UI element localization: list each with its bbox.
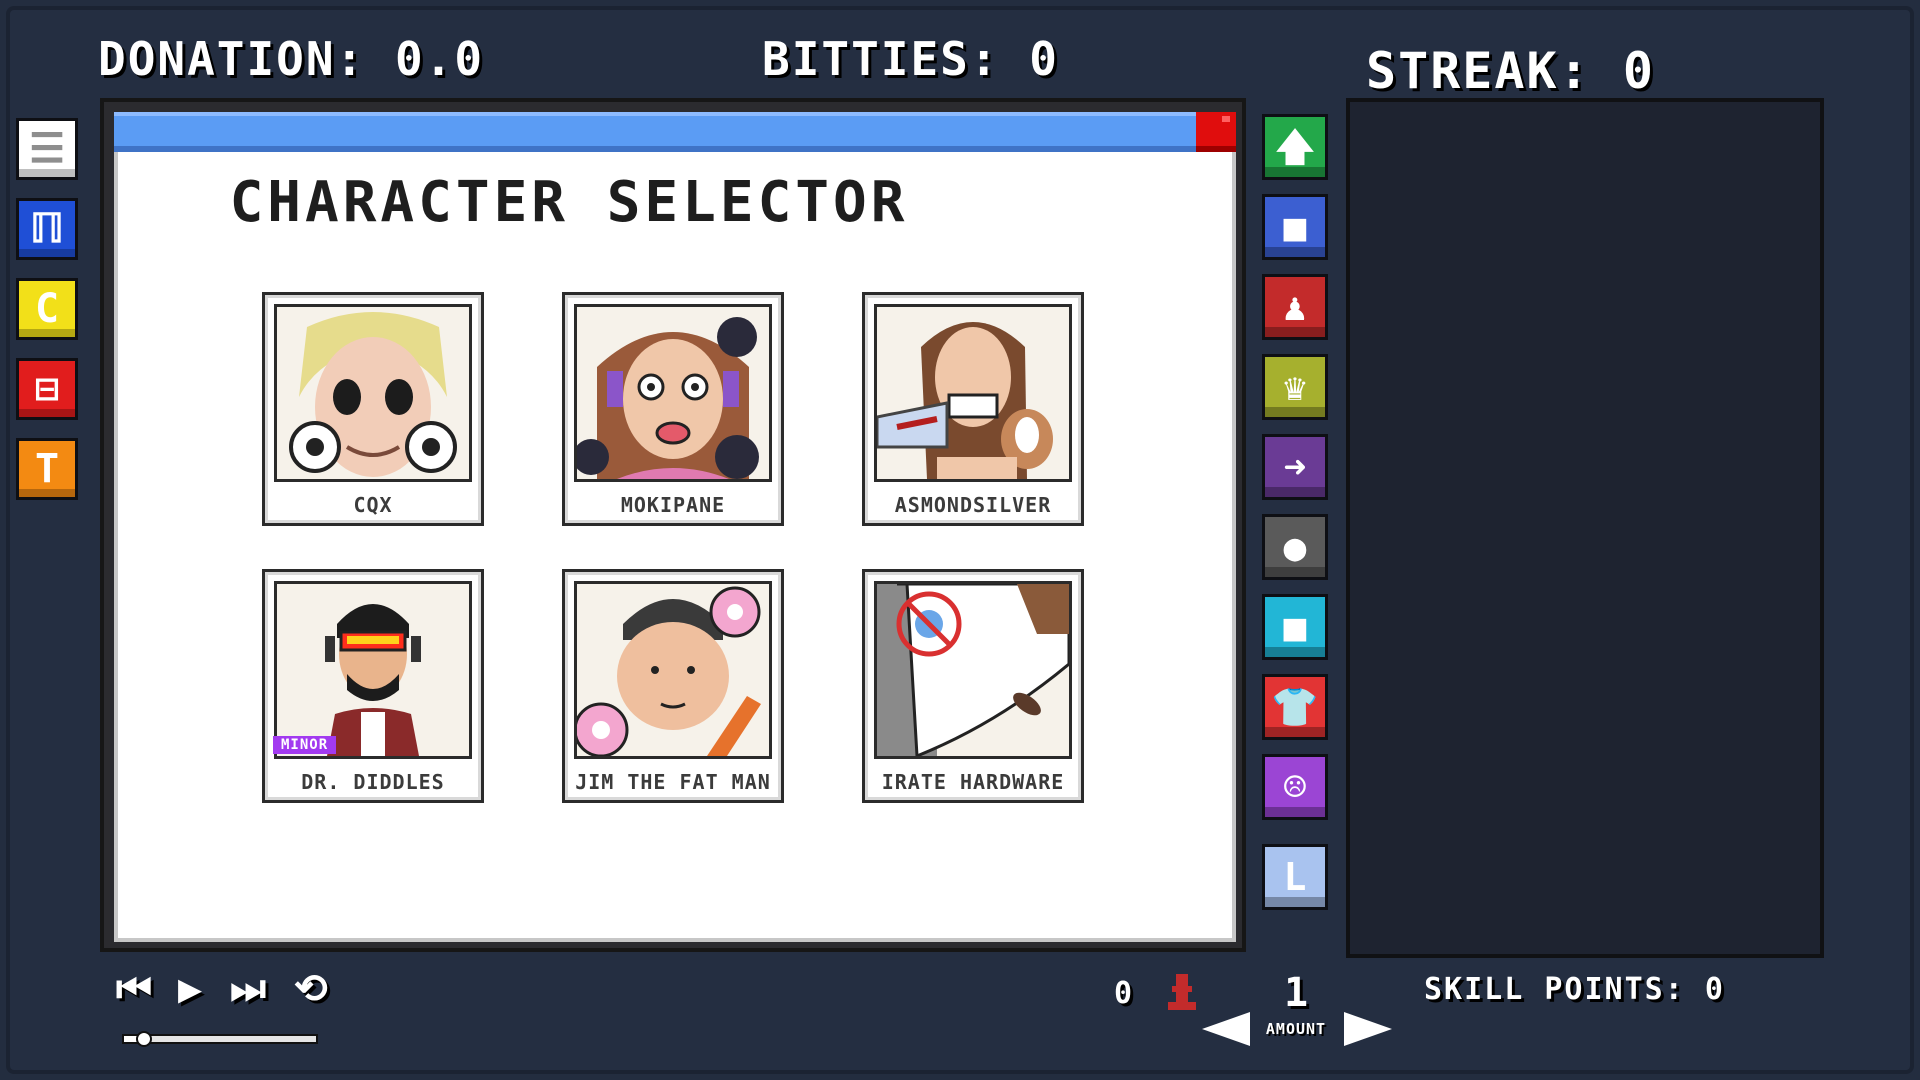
mokipane-portrait: [574, 304, 772, 482]
donation-counter: DONATION: 0.0: [98, 32, 485, 86]
arrow-right-icon: ➜: [1283, 445, 1307, 489]
menu-icon: ☰: [29, 126, 65, 172]
save-button[interactable]: ⊟: [16, 358, 78, 420]
crown-icon: ♛: [1283, 365, 1307, 409]
square-icon: ■: [1283, 605, 1307, 649]
l-button[interactable]: L: [1262, 844, 1328, 910]
volume-slider[interactable]: [122, 1031, 318, 1047]
window-content: [114, 152, 1236, 942]
shirt-button[interactable]: 👕: [1262, 674, 1328, 740]
volume-knob[interactable]: [135, 1031, 152, 1047]
character-name: JIM THE FAT MAN: [575, 770, 771, 794]
character-card-irate-hardware[interactable]: IRATE HARDWARE: [862, 569, 1084, 803]
window-titlebar[interactable]: [114, 112, 1196, 152]
c-button[interactable]: C: [16, 278, 78, 340]
window-title: CHARACTER SELECTOR: [229, 170, 909, 235]
crown-button[interactable]: ♛: [1262, 354, 1328, 420]
character-name: ASMONDSILVER: [894, 493, 1052, 517]
character-card-dr-diddles[interactable]: MINOR DR. DIDDLES: [262, 569, 484, 803]
amount-label: AMOUNT: [1265, 1020, 1327, 1038]
cqx-portrait: [274, 304, 472, 482]
shield-button[interactable]: ■: [1262, 194, 1328, 260]
asmondsilver-portrait: [874, 304, 1072, 482]
character-name: CQX: [353, 493, 393, 517]
pawn-icon: [1168, 974, 1196, 1010]
circle-button[interactable]: ●: [1262, 514, 1328, 580]
store-button[interactable]: ℿ: [16, 198, 78, 260]
jim-the-fat-man-portrait: [574, 581, 772, 759]
c-icon: C: [34, 286, 60, 332]
character-name: MOKIPANE: [620, 493, 726, 517]
side-panel: [1346, 98, 1824, 958]
save-icon: ⊟: [34, 366, 60, 412]
amount-decrease-button[interactable]: [1202, 1012, 1250, 1046]
skill-points: SKILL POINTS: 0: [1424, 972, 1725, 1007]
loop-button[interactable]: ⟲: [294, 966, 328, 1012]
arrow-up-icon: 🡅: [1275, 125, 1315, 169]
dr-diddles-portrait: [274, 581, 472, 759]
bitties-counter: BITTIES: 0: [762, 32, 1059, 86]
circle-icon: ●: [1283, 525, 1307, 569]
upgrade-button[interactable]: 🡅: [1262, 114, 1328, 180]
t-icon: T: [34, 446, 60, 492]
face-button[interactable]: ☹: [1262, 754, 1328, 820]
character-card-mokipane[interactable]: MOKIPANE: [562, 292, 784, 526]
menu-button[interactable]: ☰: [16, 118, 78, 180]
l-icon: L: [1283, 855, 1307, 899]
shirt-icon: 👕: [1271, 685, 1319, 729]
store-icon: ℿ: [30, 206, 64, 252]
pawn-icon: ♟: [1283, 285, 1307, 329]
irate-hardware-portrait: [874, 581, 1072, 759]
character-name: IRATE HARDWARE: [881, 770, 1065, 794]
face-icon: ☹: [1283, 765, 1307, 809]
left-toolbar: ☰ ℿ C ⊟ T: [16, 118, 82, 518]
previous-track-button[interactable]: ⏮: [116, 966, 152, 1012]
next-button[interactable]: ➜: [1262, 434, 1328, 500]
streak-counter: STREAK: 0: [1366, 42, 1655, 100]
minor-badge: MINOR: [273, 736, 337, 754]
play-button[interactable]: ▶: [178, 966, 202, 1012]
t-button[interactable]: T: [16, 438, 78, 500]
character-card-jim-the-fat-man[interactable]: JIM THE FAT MAN: [562, 569, 784, 803]
close-button[interactable]: [1196, 112, 1236, 152]
character-card-asmondsilver[interactable]: ASMONDSILVER: [862, 292, 1084, 526]
unit-count: 0: [1114, 976, 1133, 1011]
unit-button[interactable]: ♟: [1262, 274, 1328, 340]
square-button[interactable]: ■: [1262, 594, 1328, 660]
amount-increase-button[interactable]: [1344, 1012, 1392, 1046]
amount-value: 1: [1283, 970, 1309, 1016]
next-track-button[interactable]: ⏭: [230, 966, 266, 1012]
character-card-cqx[interactable]: CQX: [262, 292, 484, 526]
shield-icon: ■: [1283, 205, 1307, 249]
right-toolbar: 🡅 ■ ♟ ♛ ➜ ● ■ 👕 ☹ L: [1262, 114, 1332, 924]
character-name: DR. DIDDLES: [301, 770, 445, 794]
